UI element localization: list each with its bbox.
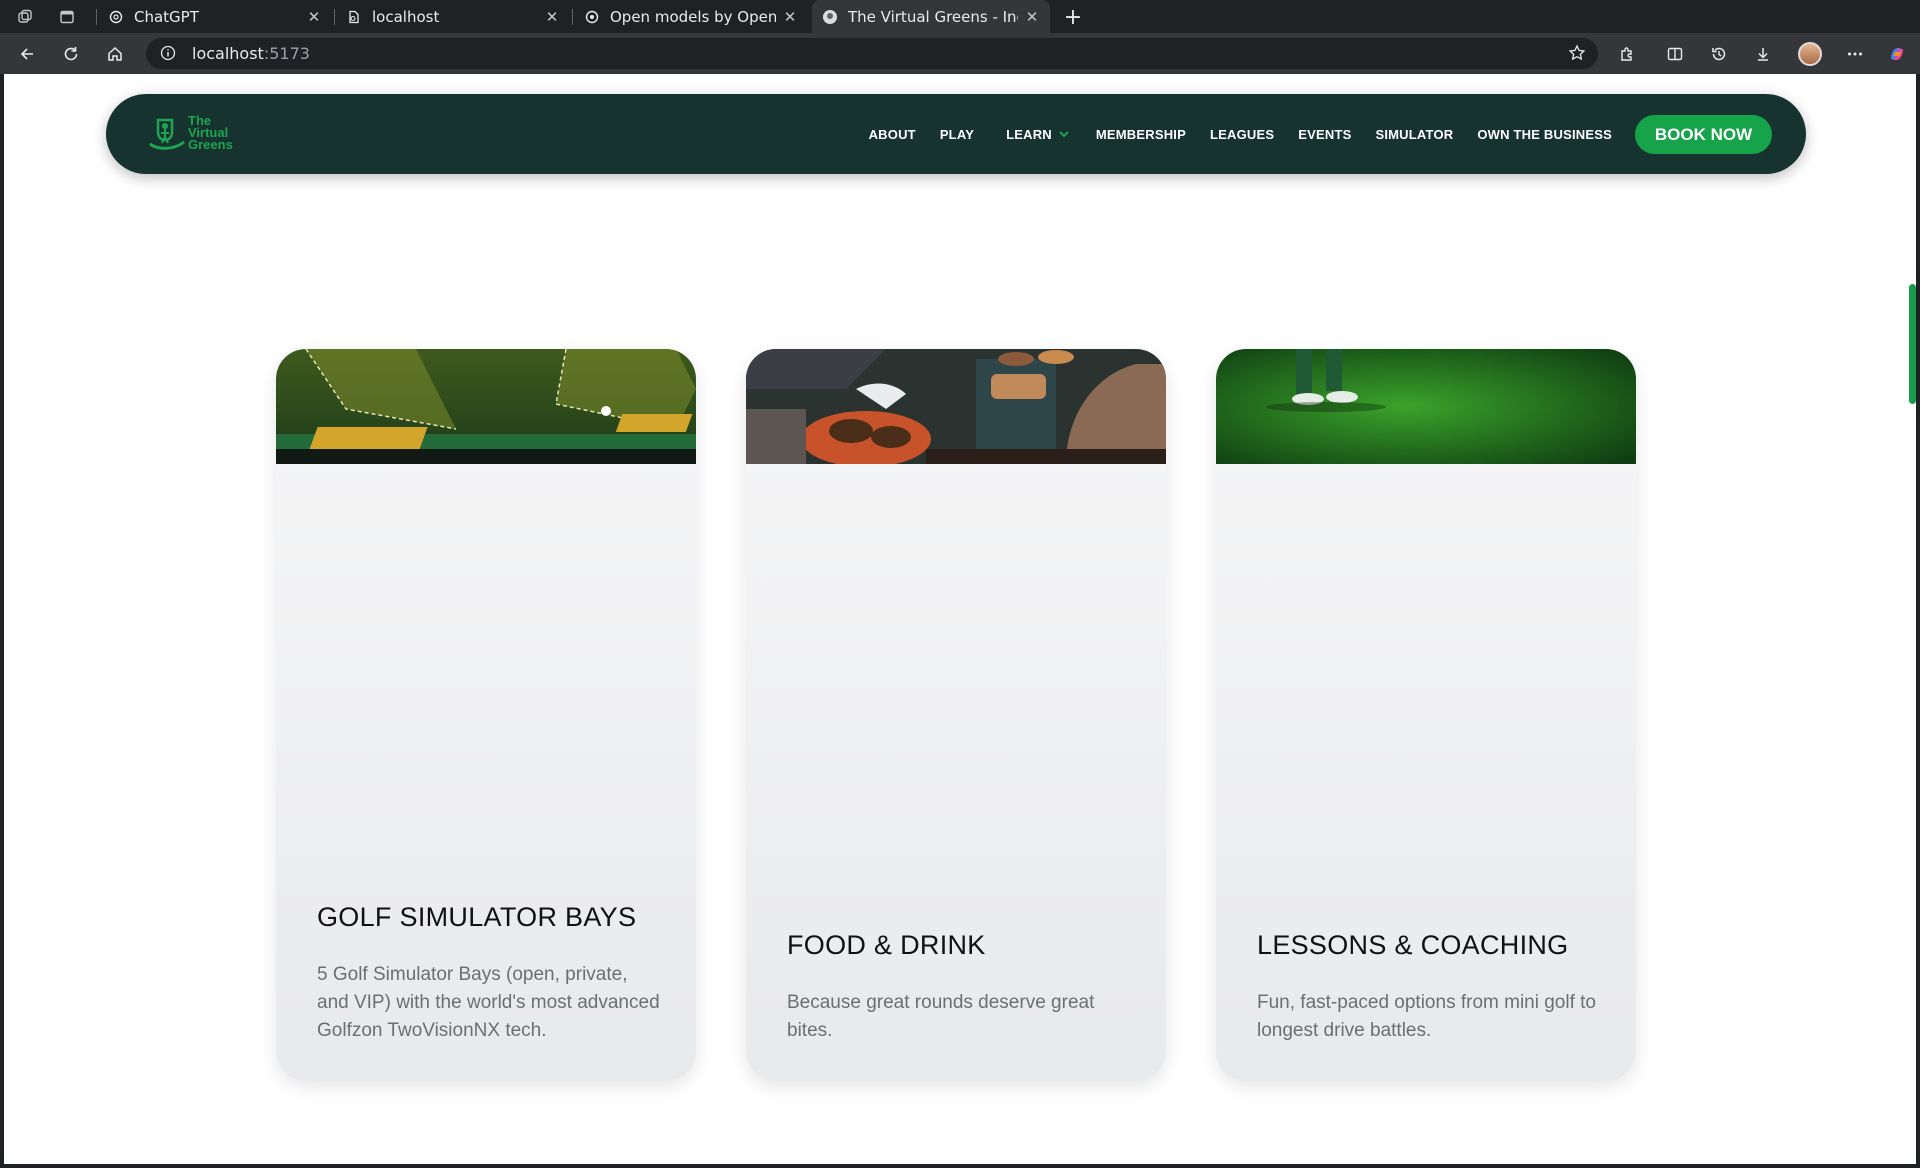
address-bar[interactable]: localhost:5173: [146, 38, 1598, 69]
address-url: localhost:5173: [192, 44, 310, 63]
close-tab-icon[interactable]: ✕: [306, 8, 322, 26]
nav-link-label: LEARN: [1006, 126, 1052, 142]
tab-virtual-greens[interactable]: The Virtual Greens - Indoor ✕: [812, 0, 1050, 33]
history-icon[interactable]: [1705, 40, 1733, 68]
site-navbar: The Virtual Greens ABOUT PLAY LEARN MEMB…: [106, 94, 1806, 174]
feature-card-food[interactable]: FOOD & DRINK Because great rounds deserv…: [746, 349, 1166, 1081]
book-now-button[interactable]: BOOK NOW: [1635, 115, 1772, 154]
feature-card-simulator[interactable]: GOLF SIMULATOR BAYS 5 Golf Simulator Bay…: [276, 349, 696, 1081]
tab-separator: [572, 9, 573, 25]
back-icon[interactable]: [13, 40, 41, 68]
logo-text-line: Greens: [188, 137, 233, 152]
nav-link-about[interactable]: ABOUT: [869, 127, 916, 142]
tab-title: localhost: [372, 7, 440, 26]
split-screen-icon[interactable]: [1661, 40, 1689, 68]
simulator-bays-image: [276, 349, 696, 464]
downloads-icon[interactable]: [1749, 40, 1777, 68]
golfer-logo-icon: [149, 118, 185, 150]
card-title: FOOD & DRINK: [787, 930, 986, 960]
address-host: localhost: [192, 44, 264, 63]
openai-icon: [584, 9, 600, 25]
nav-link-simulator[interactable]: SIMULATOR: [1375, 127, 1453, 142]
card-text: FOOD & DRINK Because great rounds deserv…: [787, 930, 1130, 1045]
tab-title: The Virtual Greens - Indoor: [848, 7, 1018, 26]
tab-openai[interactable]: Open models by OpenAI | ✕: [574, 0, 808, 33]
tab-actions-icon[interactable]: [56, 6, 78, 28]
card-description: 5 Golf Simulator Bays (open, private, an…: [317, 964, 660, 1041]
copilot-icon[interactable]: [1883, 40, 1911, 68]
workspaces-icon[interactable]: [14, 6, 36, 28]
page-icon: [346, 9, 362, 25]
card-description: Because great rounds deserve great bites…: [787, 992, 1095, 1041]
tab-separator: [96, 9, 97, 25]
close-tab-icon[interactable]: ✕: [1024, 8, 1040, 26]
nav-link-membership[interactable]: MEMBERSHIP: [1096, 127, 1186, 142]
page-scrollbar[interactable]: [1909, 284, 1916, 404]
close-tab-icon[interactable]: ✕: [782, 8, 798, 26]
reload-icon[interactable]: [57, 40, 85, 68]
tab-chatgpt[interactable]: ChatGPT ✕: [98, 0, 332, 33]
browser-toolbar: localhost:5173: [0, 33, 1920, 74]
nav-link-leagues[interactable]: LEAGUES: [1210, 127, 1274, 142]
chevron-down-icon: [1059, 131, 1069, 138]
nav-link-own-the-business[interactable]: OWN THE BUSINESS: [1477, 127, 1612, 142]
browser-tab-strip: ChatGPT ✕ localhost ✕ Open models by Ope…: [0, 0, 1920, 33]
favorite-star-icon[interactable]: [1568, 44, 1586, 62]
card-title: LESSONS & COACHING: [1257, 930, 1569, 960]
card-description: Fun, fast-paced options from mini golf t…: [1257, 992, 1596, 1041]
extensions-icon[interactable]: [1613, 40, 1641, 68]
site-logo[interactable]: The Virtual Greens: [144, 114, 254, 156]
more-menu-icon[interactable]: [1841, 40, 1869, 68]
nav-link-learn[interactable]: LEARN: [1006, 127, 1070, 142]
tab-title: Open models by OpenAI |: [610, 7, 776, 26]
profile-avatar[interactable]: [1798, 42, 1822, 66]
lessons-coaching-image: [1216, 349, 1636, 464]
card-text: GOLF SIMULATOR BAYS 5 Golf Simulator Bay…: [317, 902, 660, 1045]
feature-card-lessons[interactable]: LESSONS & COACHING Fun, fast-paced optio…: [1216, 349, 1636, 1081]
nav-links: ABOUT PLAY LEARN MEMBERSHIP LEAGUES EVEN…: [845, 94, 1612, 174]
nav-link-play[interactable]: PLAY: [940, 127, 974, 142]
page-viewport: The Virtual Greens ABOUT PLAY LEARN MEMB…: [4, 74, 1916, 1164]
site-info-icon[interactable]: [160, 45, 176, 61]
card-text: LESSONS & COACHING Fun, fast-paced optio…: [1257, 930, 1600, 1045]
food-drink-image: [746, 349, 1166, 464]
nav-link-events[interactable]: EVENTS: [1298, 127, 1351, 142]
virtual-greens-icon: [822, 9, 838, 25]
tab-localhost[interactable]: localhost ✕: [336, 0, 570, 33]
card-title: GOLF SIMULATOR BAYS: [317, 902, 637, 932]
home-icon[interactable]: [101, 40, 129, 68]
close-tab-icon[interactable]: ✕: [544, 8, 560, 26]
chatgpt-icon: [108, 9, 124, 25]
tab-separator: [334, 9, 335, 25]
tab-title: ChatGPT: [134, 7, 199, 26]
new-tab-button[interactable]: +: [1060, 4, 1086, 30]
address-port: :5173: [263, 44, 310, 63]
